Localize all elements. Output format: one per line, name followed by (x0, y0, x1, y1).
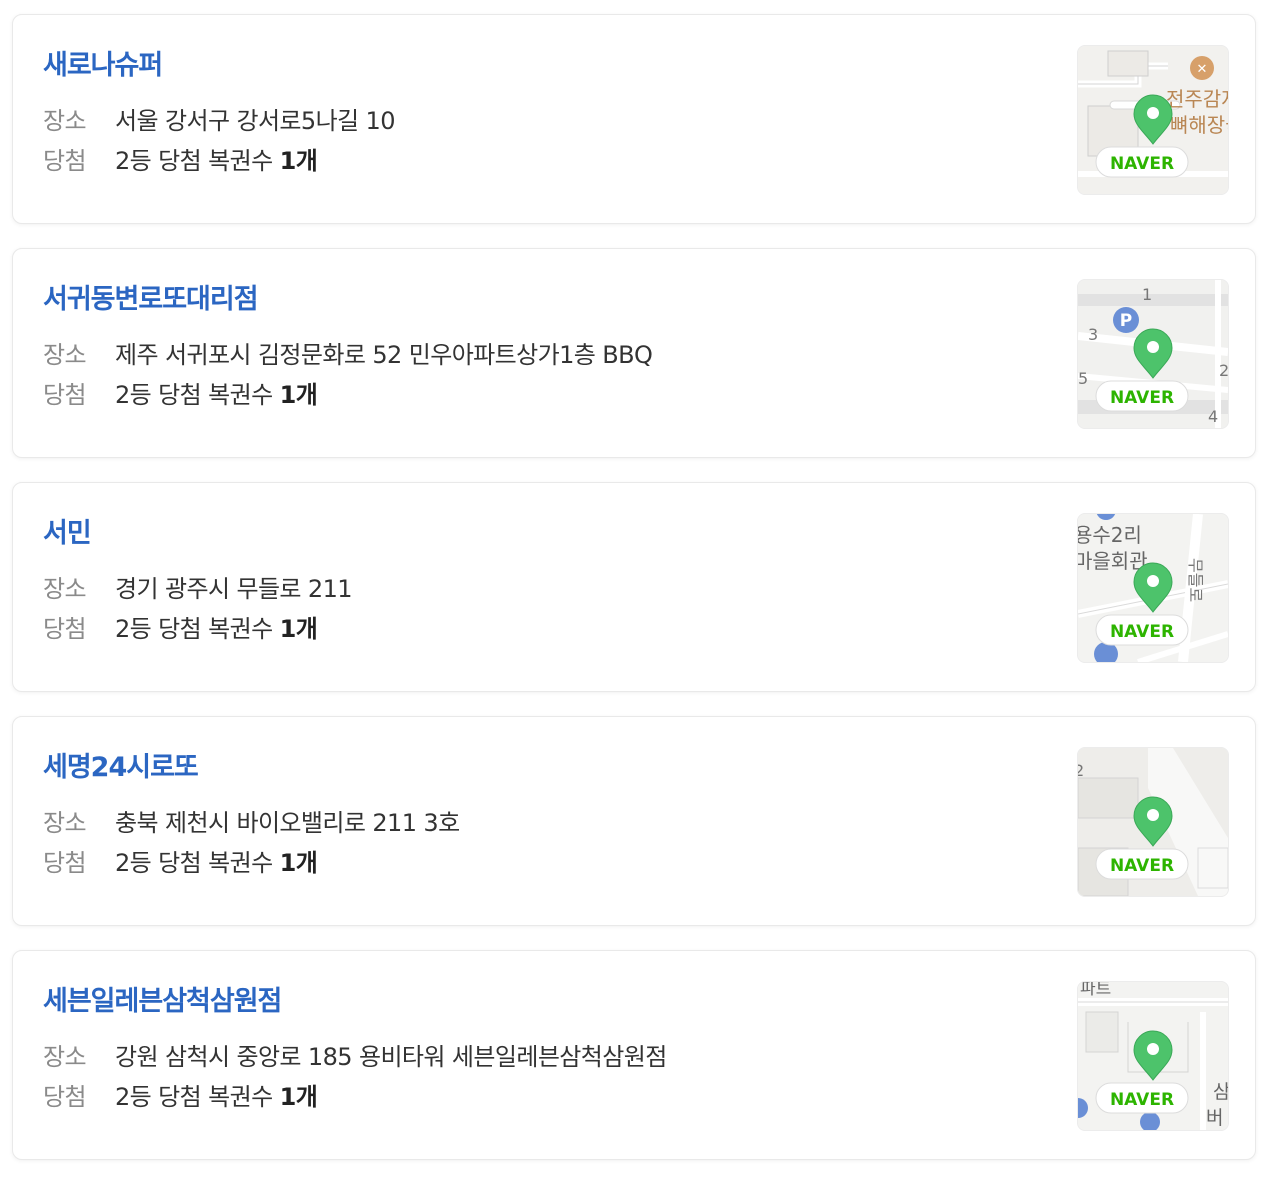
win-label: 당첨 (43, 147, 87, 175)
win-value: 2등 당첨 복권수 1개 (115, 615, 318, 643)
address-row: 장소 충북 제천시 바이오밸리로 211 3호 (43, 803, 460, 838)
win-value: 2등 당첨 복권수 1개 (115, 1083, 318, 1111)
naver-logo-text: NAVER (1110, 388, 1174, 408)
map-thumbnail[interactable]: 파트 삼 버 NAVER (1077, 981, 1229, 1131)
win-row: 당첨 2등 당첨 복권수 1개 (43, 141, 318, 176)
address-label: 장소 (43, 809, 87, 837)
map-number-label: 3 (1088, 325, 1098, 344)
win-row: 당첨 2등 당첨 복권수 1개 (43, 1077, 318, 1112)
address-value: 제주 서귀포시 김정문화로 52 민우아파트상가1층 BBQ (115, 341, 653, 369)
map-thumbnail[interactable]: ✕ 전주감자 뼈해장국 NAVER (1077, 45, 1229, 195)
win-prefix: 2등 당첨 복권수 (115, 147, 280, 175)
address-row: 장소 제주 서귀포시 김정문화로 52 민우아파트상가1층 BBQ (43, 335, 653, 370)
map-place-label: 마을회관 (1078, 549, 1148, 573)
win-count: 1개 (279, 615, 318, 643)
store-name-link[interactable]: 세명24시로또 (43, 745, 199, 784)
address-value: 강원 삼척시 중앙로 185 용비타워 세븐일레븐삼척삼원점 (115, 1043, 667, 1071)
address-row: 장소 서울 강서구 강서로5나길 10 (43, 101, 396, 136)
address-row: 장소 강원 삼척시 중앙로 185 용비타워 세븐일레븐삼척삼원점 (43, 1037, 667, 1072)
address-label: 장소 (43, 341, 87, 369)
address-label: 장소 (43, 575, 87, 603)
win-prefix: 2등 당첨 복권수 (115, 381, 280, 409)
win-row: 당첨 2등 당첨 복권수 1개 (43, 375, 318, 410)
win-row: 당첨 2등 당첨 복권수 1개 (43, 609, 318, 644)
store-name-link[interactable]: 서귀동변로또대리점 (43, 277, 259, 316)
win-row: 당첨 2등 당첨 복권수 1개 (43, 843, 318, 878)
win-label: 당첨 (43, 381, 87, 409)
naver-badge: NAVER (1095, 848, 1189, 880)
map-place-label: 뼈해장국 (1170, 113, 1228, 137)
store-name-link[interactable]: 새로나슈퍼 (43, 43, 163, 82)
win-value: 2등 당첨 복권수 1개 (115, 381, 318, 409)
naver-logo-text: NAVER (1110, 622, 1174, 642)
address-label: 장소 (43, 1043, 87, 1071)
win-prefix: 2등 당첨 복권수 (115, 1083, 280, 1111)
win-count: 1개 (279, 1083, 318, 1111)
store-list: 새로나슈퍼 장소 서울 강서구 강서로5나길 10 당첨 2등 당첨 복권수 1개 … (12, 14, 1256, 1184)
map-place-label: 버 (1206, 1107, 1223, 1129)
store-card[interactable]: 세명24시로또 장소 충북 제천시 바이오밸리로 211 3호 당첨 2등 당첨 복… (12, 716, 1256, 926)
address-value: 경기 광주시 무들로 211 (115, 575, 353, 603)
win-prefix: 2등 당첨 복권수 (115, 849, 280, 877)
map-thumbnail[interactable]: 용수2리 마을회관 무들로 NAVER (1077, 513, 1229, 663)
win-count: 1개 (279, 381, 318, 409)
map-number-label: 2 (1219, 361, 1228, 380)
address-row: 장소 경기 광주시 무들로 211 (43, 569, 353, 604)
map-place-label: 전주감자 (1166, 87, 1228, 111)
naver-logo-text: NAVER (1110, 154, 1174, 174)
naver-logo-text: NAVER (1110, 856, 1174, 876)
store-name-link[interactable]: 서민 (43, 511, 92, 550)
map-place-label: 용수2리 (1078, 523, 1142, 547)
win-label: 당첨 (43, 615, 87, 643)
map-thumbnail[interactable]: 1 3 5 2 4 P NAVER (1077, 279, 1229, 429)
map-place-label: 삼 (1213, 1081, 1228, 1103)
store-card[interactable]: 세븐일레븐삼척삼원점 장소 강원 삼척시 중앙로 185 용비타워 세븐일레븐삼척… (12, 950, 1256, 1160)
map-number-label: 1 (1142, 285, 1152, 304)
map-number-label: 2 (1078, 761, 1084, 780)
win-label: 당첨 (43, 849, 87, 877)
win-count: 1개 (279, 849, 318, 877)
win-value: 2등 당첨 복권수 1개 (115, 849, 318, 877)
store-name-link[interactable]: 세븐일레븐삼척삼원점 (43, 979, 282, 1018)
map-number-label: 4 (1208, 407, 1218, 426)
svg-text:P: P (1120, 311, 1132, 331)
win-label: 당첨 (43, 1083, 87, 1111)
naver-badge: NAVER (1095, 614, 1189, 646)
naver-badge: NAVER (1095, 146, 1189, 178)
address-label: 장소 (43, 107, 87, 135)
store-card[interactable]: 서민 장소 경기 광주시 무들로 211 당첨 2등 당첨 복권수 1개 용수2리 … (12, 482, 1256, 692)
naver-badge: NAVER (1095, 1082, 1189, 1114)
map-road-label: 무들로 (1186, 558, 1205, 602)
win-value: 2등 당첨 복권수 1개 (115, 147, 318, 175)
map-number-label: 5 (1078, 369, 1088, 388)
win-count: 1개 (279, 147, 318, 175)
parking-icon: P (1113, 307, 1139, 333)
map-thumbnail[interactable]: 2 NAVER (1077, 747, 1229, 897)
naver-logo-text: NAVER (1110, 1090, 1174, 1110)
win-prefix: 2등 당첨 복권수 (115, 615, 280, 643)
address-value: 서울 강서구 강서로5나길 10 (115, 107, 396, 135)
svg-text:✕: ✕ (1197, 62, 1208, 77)
store-card[interactable]: 새로나슈퍼 장소 서울 강서구 강서로5나길 10 당첨 2등 당첨 복권수 1개 … (12, 14, 1256, 224)
map-place-label: 파트 (1080, 982, 1111, 999)
store-card[interactable]: 서귀동변로또대리점 장소 제주 서귀포시 김정문화로 52 민우아파트상가1층 B… (12, 248, 1256, 458)
naver-badge: NAVER (1095, 380, 1189, 412)
address-value: 충북 제천시 바이오밸리로 211 3호 (115, 809, 460, 837)
